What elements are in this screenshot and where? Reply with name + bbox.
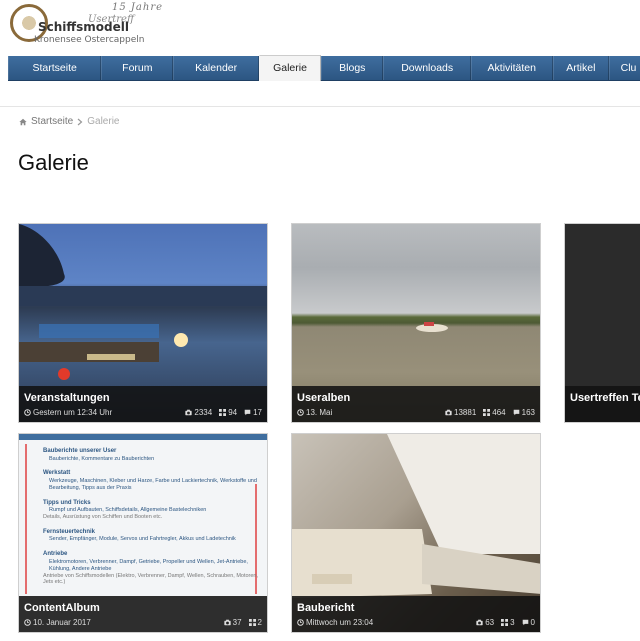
comment-count: 0 (522, 618, 535, 627)
camera-icon (476, 619, 483, 626)
album-title[interactable]: Usertreffen Teil (570, 392, 640, 404)
album-date: 13. Mai (297, 408, 438, 417)
album-info-bar: Baubericht Mittwoch um 23:04 63 3 0 (292, 596, 540, 632)
grid-icon (248, 619, 256, 626)
camera-icon (223, 619, 231, 626)
image-count: 13881 (445, 408, 476, 417)
clock-icon (24, 409, 31, 416)
album-info-bar: Veranstaltungen Gestern um 12:34 Uhr 233… (19, 386, 267, 422)
logo-anniversary-text: 15 Jahre (112, 2, 164, 13)
album-date-text: Gestern um 12:34 Uhr (33, 408, 113, 417)
album-card-useralben[interactable]: Useralben 13. Mai 13881 464 163 (291, 223, 541, 423)
comment-icon (513, 409, 519, 416)
album-meta: 10. Januar 2017 37 2 (24, 618, 262, 627)
album-date: Gestern um 12:34 Uhr (24, 408, 178, 417)
breadcrumb-current: Galerie (87, 116, 120, 127)
album-title[interactable]: Useralben (297, 392, 350, 404)
breadcrumb-home-link[interactable]: Startseite (31, 116, 73, 127)
nav-item-galerie[interactable]: Galerie (258, 55, 322, 81)
logo-location-text: Kronensee Ostercappeln (34, 35, 145, 45)
album-info-bar: ContentAlbum 10. Januar 2017 37 2 (19, 596, 267, 632)
album-meta: Mittwoch um 23:04 63 3 0 (297, 618, 535, 627)
album-title[interactable]: Veranstaltungen (24, 392, 110, 404)
album-date-text: Mittwoch um 23:04 (306, 618, 374, 627)
album-info-bar: Usertreffen Teil (565, 386, 640, 422)
album-card-usertreffen[interactable]: Usertreffen Teil (564, 223, 640, 423)
album-count: 464 (483, 408, 506, 417)
logo-site-name: Schiffsmodell (38, 20, 129, 34)
album-card-veranstaltungen[interactable]: Veranstaltungen Gestern um 12:34 Uhr 233… (18, 223, 268, 423)
nav-item-downloads[interactable]: Downloads (383, 56, 471, 80)
album-meta: Gestern um 12:34 Uhr 2334 94 17 (24, 408, 262, 417)
main-navigation: Startseite Forum Kalender Galerie Blogs … (8, 55, 640, 81)
clock-icon (297, 619, 304, 626)
breadcrumb: Startseite Galerie (19, 116, 120, 127)
site-logo[interactable]: 15 Jahre Usertreff Schiffsmodell Kronens… (8, 2, 168, 52)
nav-item-forum[interactable]: Forum (101, 56, 174, 80)
album-card-baubericht[interactable]: Baubericht Mittwoch um 23:04 63 3 0 (291, 433, 541, 633)
clock-icon (297, 409, 304, 416)
image-count: 37 (223, 618, 242, 627)
album-date-text: 10. Januar 2017 (33, 618, 91, 627)
album-date: 10. Januar 2017 (24, 618, 217, 627)
album-meta: 13. Mai 13881 464 163 (297, 408, 535, 417)
image-count: 2334 (185, 408, 212, 417)
home-icon (19, 118, 27, 125)
header-divider (0, 106, 640, 107)
album-count: 3 (501, 618, 515, 627)
nav-item-startseite[interactable]: Startseite (8, 56, 102, 80)
nav-item-club[interactable]: Clu (609, 56, 640, 80)
album-count: 2 (248, 618, 262, 627)
nav-item-artikel[interactable]: Artikel (552, 56, 610, 80)
clock-icon (24, 619, 31, 626)
album-info-bar: Useralben 13. Mai 13881 464 163 (292, 386, 540, 422)
grid-icon (501, 619, 509, 626)
grid-icon (483, 409, 491, 416)
comment-count: 17 (244, 408, 262, 417)
album-date: Mittwoch um 23:04 (297, 618, 469, 627)
nav-item-kalender[interactable]: Kalender (173, 56, 259, 80)
album-date-text: 13. Mai (306, 408, 333, 417)
chevron-right-icon (77, 118, 83, 125)
page-title: Galerie (18, 150, 89, 175)
camera-icon (185, 409, 193, 416)
nav-item-aktivitaeten[interactable]: Aktivitäten (470, 56, 553, 80)
album-title[interactable]: ContentAlbum (24, 602, 100, 614)
camera-icon (445, 409, 452, 416)
image-count: 63 (476, 618, 494, 627)
grid-icon (219, 409, 227, 416)
nav-item-blogs[interactable]: Blogs (321, 56, 384, 80)
preview-section-title: Bauberichte unserer User (43, 448, 117, 454)
comment-icon (244, 409, 251, 416)
comment-count: 163 (513, 408, 535, 417)
album-card-contentalbum[interactable]: Bauberichte unserer User Bauberichte, Ko… (18, 433, 268, 633)
album-count: 94 (219, 408, 237, 417)
album-title[interactable]: Baubericht (297, 602, 354, 614)
comment-icon (522, 619, 528, 626)
forum-screenshot-preview: Bauberichte unserer User Bauberichte, Ko… (19, 434, 267, 598)
